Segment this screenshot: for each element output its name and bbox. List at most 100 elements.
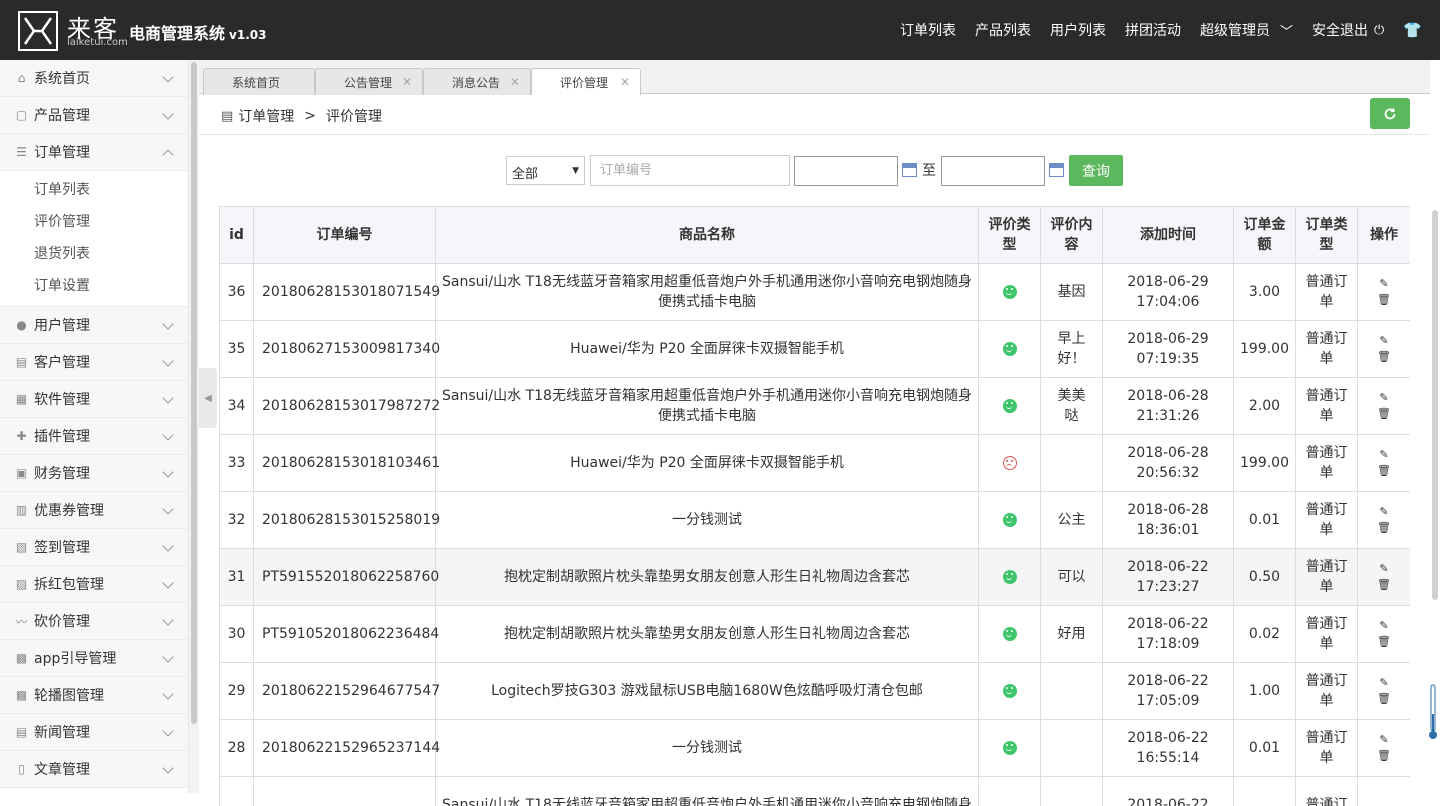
sidebar-item-articles[interactable]: ▯文章管理 bbox=[0, 751, 188, 788]
edit-icon[interactable]: ✎ bbox=[1379, 677, 1388, 689]
tab-messages[interactable]: 消息公告✕ bbox=[423, 68, 531, 95]
smile-face-icon bbox=[1003, 627, 1017, 641]
subitem-order-settings[interactable]: 订单设置 bbox=[0, 270, 188, 302]
sidebar-item-customers[interactable]: ▤客户管理 bbox=[0, 344, 188, 381]
trash-icon[interactable]: 🗑 bbox=[1377, 693, 1391, 705]
trash-icon[interactable]: 🗑 bbox=[1377, 465, 1391, 477]
edit-icon[interactable]: ✎ bbox=[1379, 278, 1388, 290]
tab-reviews[interactable]: 评价管理✕ bbox=[531, 68, 641, 96]
close-icon[interactable]: ✕ bbox=[620, 75, 630, 89]
cell-clock: 17:18:09 bbox=[1103, 634, 1233, 654]
sidebar-item-products[interactable]: ▢产品管理 bbox=[0, 97, 188, 134]
close-icon[interactable]: ✕ bbox=[402, 75, 412, 89]
review-type-select[interactable]: 全部▼ bbox=[506, 156, 585, 185]
cell-time: 2018-06-2917:04:06 bbox=[1103, 264, 1234, 321]
edit-icon[interactable]: ✎ bbox=[1379, 392, 1388, 404]
sidebar-item-label: 产品管理 bbox=[34, 105, 90, 125]
close-icon[interactable]: ✕ bbox=[510, 75, 520, 89]
bargain-icon: 〰 bbox=[15, 615, 28, 627]
sidebar-item-red-envelope[interactable]: ▨拆红包管理 bbox=[0, 566, 188, 603]
trash-icon[interactable]: 🗑 bbox=[1377, 522, 1391, 534]
calendar-icon[interactable] bbox=[902, 163, 917, 177]
sidebar-scroll-thumb[interactable] bbox=[191, 62, 197, 724]
cell-order-type: 普通订单 bbox=[1296, 606, 1358, 663]
trash-icon[interactable]: 🗑 bbox=[1377, 750, 1391, 762]
sidebar-item-bargain[interactable]: 〰砍价管理 bbox=[0, 603, 188, 640]
col-header-order: 订单编号 bbox=[254, 207, 436, 264]
trash-icon[interactable]: 🗑 bbox=[1377, 579, 1391, 591]
calendar-icon[interactable] bbox=[1049, 163, 1064, 177]
cell-id: 29 bbox=[220, 663, 254, 720]
nav-group-buy[interactable]: 拼团活动 bbox=[1125, 20, 1181, 40]
cell-content: 基因 bbox=[1041, 264, 1103, 321]
cell-content bbox=[1041, 435, 1103, 492]
cell-amount: 0.01 bbox=[1234, 492, 1296, 549]
sidebar-item-label: 轮播图管理 bbox=[34, 685, 104, 705]
refresh-button[interactable] bbox=[1370, 98, 1410, 129]
trash-icon[interactable]: 🗑 bbox=[1377, 408, 1391, 420]
cell-order-number: 20180628153018103461 bbox=[254, 435, 436, 492]
cell-content bbox=[1041, 777, 1103, 806]
sidebar-item-checkin[interactable]: ▧签到管理 bbox=[0, 529, 188, 566]
tab-announcements[interactable]: 公告管理✕ bbox=[315, 68, 423, 95]
breadcrumb-separator: > bbox=[304, 108, 316, 124]
sidebar-item-orders[interactable]: ☰订单管理 bbox=[0, 134, 188, 171]
trash-icon[interactable]: 🗑 bbox=[1377, 294, 1391, 306]
sidebar-item-plugins[interactable]: ✚插件管理 bbox=[0, 418, 188, 455]
edit-icon[interactable]: ✎ bbox=[1379, 335, 1388, 347]
cell-time: 2018-06-2217:18:09 bbox=[1103, 606, 1234, 663]
breadcrumb-parent[interactable]: 订单管理 bbox=[238, 106, 294, 126]
trash-icon[interactable]: 🗑 bbox=[1377, 636, 1391, 648]
sidebar-item-users[interactable]: ●用户管理 bbox=[0, 307, 188, 344]
sidebar-item-carousel[interactable]: ▩轮播图管理 bbox=[0, 677, 188, 714]
order-number-input[interactable] bbox=[590, 155, 790, 186]
cell-id: 35 bbox=[220, 321, 254, 378]
nav-product-list[interactable]: 产品列表 bbox=[975, 20, 1031, 40]
chevron-down-icon bbox=[162, 466, 173, 477]
sidebar-item-label: 财务管理 bbox=[34, 463, 90, 483]
edit-icon[interactable]: ✎ bbox=[1379, 734, 1388, 746]
sidebar-scrollbar[interactable] bbox=[189, 60, 199, 793]
end-date-input[interactable] bbox=[941, 156, 1045, 186]
doc-icon: ▤ bbox=[15, 356, 28, 368]
nav-user-list[interactable]: 用户列表 bbox=[1050, 20, 1106, 40]
edit-icon[interactable]: ✎ bbox=[1379, 563, 1388, 575]
subitem-order-list[interactable]: 订单列表 bbox=[0, 174, 188, 206]
table-row: 2920180622152964677547Logitech罗技G303 游戏鼠… bbox=[220, 663, 1411, 720]
sidebar-collapse-handle[interactable]: ◀ bbox=[199, 368, 217, 428]
subitem-reviews[interactable]: 评价管理 bbox=[0, 206, 188, 238]
edit-icon[interactable]: ✎ bbox=[1379, 449, 1388, 461]
page-scroll-thumb[interactable] bbox=[1432, 210, 1438, 600]
cell-clock: 17:04:06 bbox=[1103, 292, 1233, 312]
sidebar-item-software[interactable]: ▦软件管理 bbox=[0, 381, 188, 418]
smile-face-icon bbox=[1003, 513, 1017, 527]
edit-icon[interactable]: ✎ bbox=[1379, 506, 1388, 518]
logout-button[interactable]: 安全退出⏻ bbox=[1312, 20, 1384, 40]
search-button[interactable]: 查询 bbox=[1069, 155, 1123, 186]
subitem-returns[interactable]: 退货列表 bbox=[0, 238, 188, 270]
cell-rating bbox=[979, 720, 1041, 777]
cell-actions: ✎🗑 bbox=[1358, 378, 1411, 435]
sidebar-item-finance[interactable]: ▣财务管理 bbox=[0, 455, 188, 492]
cell-order-number: 20180628153017987272 bbox=[254, 378, 436, 435]
cell-date: 2018-06-29 bbox=[1103, 329, 1233, 349]
start-date-input[interactable] bbox=[794, 156, 898, 186]
nav-order-list[interactable]: 订单列表 bbox=[900, 20, 956, 40]
cell-order-type: 普通订单 bbox=[1296, 549, 1358, 606]
edit-icon[interactable]: ✎ bbox=[1379, 620, 1388, 632]
chevron-down-icon bbox=[162, 614, 173, 625]
smile-face-icon bbox=[1003, 342, 1017, 356]
cell-product: 一分钱测试 bbox=[436, 492, 979, 549]
sidebar-item-app-guide[interactable]: ▩app引导管理 bbox=[0, 640, 188, 677]
sidebar-item-news[interactable]: ▤新闻管理 bbox=[0, 714, 188, 751]
user-menu[interactable]: 超级管理员﹀ bbox=[1200, 20, 1293, 40]
theme-shirt-icon[interactable]: 👕 bbox=[1403, 21, 1422, 39]
puzzle-icon: ✚ bbox=[15, 430, 28, 442]
table-row: Sansui/山水 T18无线蓝牙音箱家用超重低音炮户外手机通用迷你小音响充电钢… bbox=[220, 777, 1411, 806]
sidebar-item-home[interactable]: ⌂系统首页 bbox=[0, 60, 188, 97]
tab-home[interactable]: 系统首页 bbox=[203, 68, 315, 95]
table-row: 3420180628153017987272Sansui/山水 T18无线蓝牙音… bbox=[220, 378, 1411, 435]
trash-icon[interactable]: 🗑 bbox=[1377, 351, 1391, 363]
sidebar-item-coupons[interactable]: ▥优惠券管理 bbox=[0, 492, 188, 529]
logo-icon[interactable] bbox=[18, 11, 58, 51]
